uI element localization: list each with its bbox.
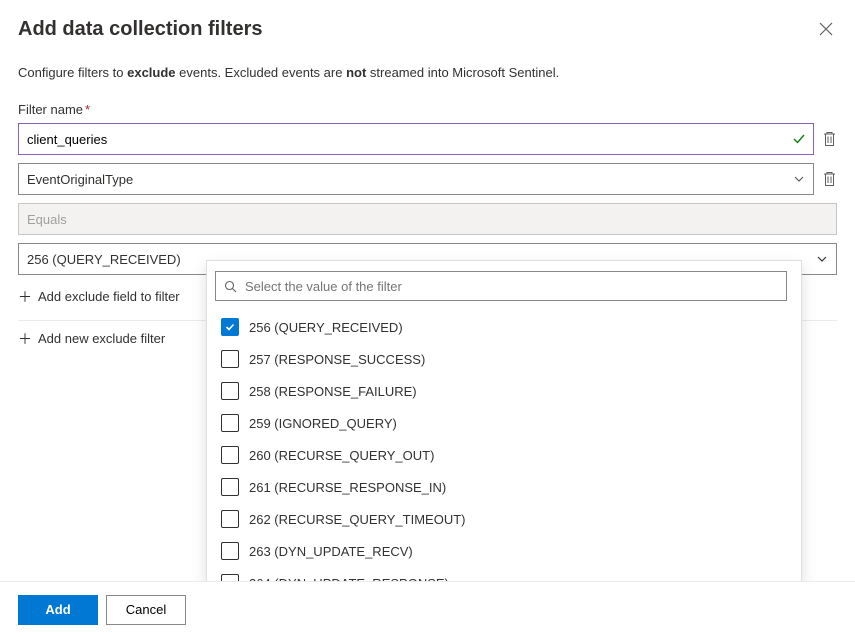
dropdown-search[interactable] [215, 271, 787, 301]
add-exclude-field-button[interactable]: ＋ Add exclude field to filter [18, 279, 180, 314]
chevron-down-icon [793, 173, 805, 185]
delete-field-button[interactable] [822, 171, 837, 187]
dropdown-option-label: 258 (RESPONSE_FAILURE) [249, 384, 417, 399]
dropdown-search-input[interactable] [245, 279, 778, 294]
field-select[interactable]: EventOriginalType [18, 163, 814, 195]
dropdown-option[interactable]: 259 (IGNORED_QUERY) [215, 407, 789, 439]
dropdown-option-label: 262 (RECURSE_QUERY_TIMEOUT) [249, 512, 465, 527]
operator-box: Equals [18, 203, 837, 235]
dropdown-option[interactable]: 256 (QUERY_RECEIVED) [215, 311, 789, 343]
plus-icon: ＋ [18, 290, 32, 304]
value-select-display: 256 (QUERY_RECEIVED) [27, 252, 181, 267]
dropdown-option-label: 259 (IGNORED_QUERY) [249, 416, 397, 431]
dropdown-option[interactable]: 257 (RESPONSE_SUCCESS) [215, 343, 789, 375]
chevron-down-icon [816, 253, 828, 265]
checkbox[interactable] [221, 510, 239, 528]
dropdown-option[interactable]: 262 (RECURSE_QUERY_TIMEOUT) [215, 503, 789, 535]
dropdown-option[interactable]: 261 (RECURSE_RESPONSE_IN) [215, 471, 789, 503]
add-button[interactable]: Add [18, 595, 98, 625]
footer: Add Cancel [0, 581, 855, 637]
field-select-value: EventOriginalType [27, 172, 133, 187]
plus-icon: ＋ [18, 332, 32, 346]
dropdown-option-label: 260 (RECURSE_QUERY_OUT) [249, 448, 434, 463]
filter-name-input[interactable] [18, 123, 814, 155]
value-dropdown: 256 (QUERY_RECEIVED) 257 (RESPONSE_SUCCES… [206, 260, 802, 597]
dropdown-option[interactable]: 260 (RECURSE_QUERY_OUT) [215, 439, 789, 471]
delete-filter-button[interactable] [822, 131, 837, 147]
dropdown-option-label: 261 (RECURSE_RESPONSE_IN) [249, 480, 446, 495]
dropdown-option[interactable]: 258 (RESPONSE_FAILURE) [215, 375, 789, 407]
checkbox[interactable] [221, 542, 239, 560]
dropdown-option[interactable]: 263 (DYN_UPDATE_RECV) [215, 535, 789, 567]
search-icon [224, 280, 237, 293]
subtitle: Configure filters to exclude events. Exc… [18, 65, 837, 80]
checkbox[interactable] [221, 382, 239, 400]
cancel-button[interactable]: Cancel [106, 595, 186, 625]
dropdown-option-label: 257 (RESPONSE_SUCCESS) [249, 352, 425, 367]
checkbox[interactable] [221, 350, 239, 368]
dropdown-list[interactable]: 256 (QUERY_RECEIVED) 257 (RESPONSE_SUCCES… [215, 311, 793, 596]
checkbox[interactable] [221, 414, 239, 432]
checkbox[interactable] [221, 478, 239, 496]
close-icon [819, 22, 833, 36]
filter-name-label: Filter name* [18, 102, 837, 117]
close-button[interactable] [815, 18, 837, 40]
valid-check-icon [792, 132, 806, 146]
page-title: Add data collection filters [18, 18, 262, 41]
add-new-filter-button[interactable]: ＋ Add new exclude filter [18, 321, 165, 356]
checkbox[interactable] [221, 318, 239, 336]
dropdown-option-label: 263 (DYN_UPDATE_RECV) [249, 544, 413, 559]
checkbox[interactable] [221, 446, 239, 464]
dropdown-option-label: 256 (QUERY_RECEIVED) [249, 320, 403, 335]
